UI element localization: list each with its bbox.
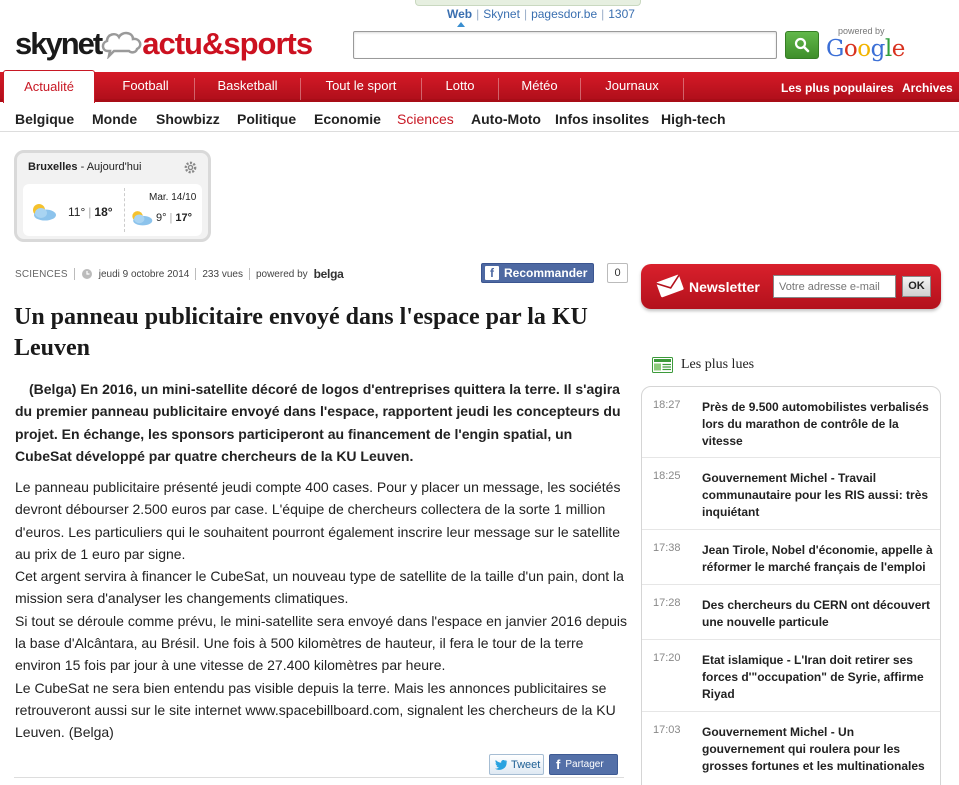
- subnav-monde[interactable]: Monde: [92, 111, 137, 127]
- powered-by-label: powered by: [838, 26, 885, 36]
- newsletter-label: Newsletter: [689, 279, 760, 295]
- newsletter-box: Newsletter OK: [641, 264, 941, 309]
- share-label: Partager: [565, 759, 604, 770]
- weather-divider: [124, 188, 125, 232]
- powered-by-text: powered by: [255, 268, 308, 280]
- speech-bubble-icon: [101, 31, 142, 59]
- article-title: Un panneau publicitaire envoyé dans l'es…: [14, 304, 588, 361]
- weather-widget: Bruxelles - Aujourd'hui 11° | 18° Mar. 14/…: [14, 150, 211, 242]
- article-lead: (Belga) En 2016, un mini-satellite décor…: [15, 381, 621, 464]
- article-views: 233 vues: [202, 268, 243, 280]
- subnav-auto-moto[interactable]: Auto-Moto: [471, 111, 541, 127]
- item-headline[interactable]: Gouvernement Michel - Travail communauta…: [702, 470, 934, 521]
- item-headline[interactable]: Près de 9.500 automobilistes verbalisés …: [702, 399, 934, 450]
- newspaper-icon: [652, 357, 673, 373]
- tweet-label: Tweet: [511, 758, 541, 771]
- article-body: Le panneau publicitaire présenté jeudi c…: [15, 476, 627, 744]
- search-source-links: Web | Skynet | pagesdor.be | 1307: [447, 7, 635, 21]
- most-read-list: 18:27 Près de 9.500 automobilistes verba…: [641, 386, 941, 785]
- item-time: 17:28: [653, 597, 681, 609]
- gear-icon[interactable]: [183, 160, 198, 175]
- site-logo[interactable]: skynet actu&sports: [15, 24, 313, 64]
- weather-city[interactable]: Bruxelles: [28, 161, 78, 173]
- nav-plus-populaires[interactable]: Les plus populaires: [781, 81, 894, 95]
- nav-item-tout-le-sport[interactable]: Tout le sport: [301, 72, 421, 99]
- nav-item-football[interactable]: Football: [97, 72, 194, 99]
- nav-item-basketball[interactable]: Basketball: [195, 72, 300, 99]
- search-icon: [794, 37, 810, 53]
- today-min-temp: 11°: [68, 205, 86, 219]
- recommend-label: Recommander: [504, 266, 588, 280]
- article-paragraph: Le CubeSat ne sera bien entendu pas visi…: [15, 679, 616, 741]
- weather-period: - Aujourd'hui: [77, 161, 142, 173]
- subnav-infos-insolites[interactable]: Infos insolites: [555, 111, 649, 127]
- weather-forecast-panel: 11° | 18° Mar. 14/10 9° | 17°: [23, 184, 202, 236]
- belga-logo: belga: [313, 267, 344, 281]
- article-category[interactable]: SCIENCES: [15, 269, 68, 280]
- item-time: 17:03: [653, 724, 681, 736]
- forecast-min-temp: 9°: [156, 212, 167, 224]
- facebook-share-button[interactable]: f Partager: [549, 754, 618, 775]
- subnav-high-tech[interactable]: High-tech: [661, 111, 726, 127]
- partly-cloudy-icon: [132, 211, 153, 226]
- facebook-icon: f: [556, 757, 561, 772]
- twitter-bird-icon: [495, 759, 508, 770]
- nav-item-journaux[interactable]: Journaux: [581, 72, 683, 99]
- active-source-caret-icon: [457, 22, 465, 27]
- article-paragraph: Cet argent servira à financer le CubeSat…: [15, 568, 624, 607]
- newsletter-ok-button[interactable]: OK: [902, 276, 931, 297]
- most-read-title: Les plus lues: [681, 357, 755, 372]
- nav-archives[interactable]: Archives: [902, 81, 953, 95]
- today-max-temp: 18°: [94, 205, 113, 219]
- nav-item-meteo[interactable]: Météo: [499, 72, 580, 99]
- main-nav: Football Basketball Tout le sport Lotto …: [0, 72, 959, 102]
- facebook-recommend-button[interactable]: f Recommander: [481, 263, 595, 283]
- item-headline[interactable]: Etat islamique - L'Iran doit retirer ses…: [702, 652, 934, 703]
- search-input[interactable]: [353, 31, 777, 59]
- logo-actu-sports-text: actu&sports: [142, 26, 313, 61]
- search-source-tab-bg: [415, 0, 641, 6]
- item-time: 17:20: [653, 652, 681, 664]
- logo-skynet-text: skynet: [15, 26, 103, 61]
- item-headline[interactable]: Jean Tirole, Nobel d'économie, appelle à…: [702, 542, 934, 576]
- partly-cloudy-icon: [33, 204, 56, 221]
- newsletter-envelope-icon: [656, 274, 684, 298]
- most-read-header: Les plus lues: [652, 357, 754, 373]
- sub-nav: Belgique Monde Showbizz Politique Econom…: [0, 105, 959, 132]
- forecast-temperatures: 9° | 17°: [156, 212, 193, 224]
- search-source-pagesdor[interactable]: pagesdor.be: [531, 7, 597, 21]
- clock-icon: [81, 269, 92, 279]
- facebook-icon: f: [485, 266, 499, 280]
- item-time: 18:27: [653, 399, 681, 411]
- subnav-sciences[interactable]: Sciences: [397, 111, 454, 127]
- item-time: 18:25: [653, 470, 681, 482]
- article-paragraph: Le panneau publicitaire présenté jeudi c…: [15, 479, 621, 562]
- article-date: jeudi 9 octobre 2014: [98, 268, 190, 280]
- search-source-1307[interactable]: 1307: [608, 7, 635, 21]
- search-source-skynet[interactable]: Skynet: [483, 7, 520, 21]
- item-time: 17:38: [653, 542, 681, 554]
- forecast-max-temp: 17°: [175, 212, 193, 224]
- today-temperatures: 11° | 18°: [68, 205, 113, 219]
- article-divider: [14, 777, 624, 778]
- item-headline[interactable]: Gouvernement Michel - Un gouvernement qu…: [702, 724, 934, 775]
- recommend-count: 0: [607, 263, 628, 283]
- newsletter-email-input[interactable]: [773, 275, 896, 298]
- search-source-web[interactable]: Web: [447, 7, 472, 21]
- item-headline[interactable]: Des chercheurs du CERN ont découvert une…: [702, 597, 934, 631]
- subnav-belgique[interactable]: Belgique: [15, 111, 74, 127]
- search-button[interactable]: [785, 31, 819, 59]
- tweet-button[interactable]: Tweet: [489, 754, 544, 775]
- subnav-showbizz[interactable]: Showbizz: [156, 111, 220, 127]
- article-paragraph: Si tout se déroule comme prévu, le mini-…: [15, 612, 628, 674]
- weather-location: Bruxelles - Aujourd'hui: [28, 161, 141, 173]
- nav-item-actualite[interactable]: Actualité: [3, 70, 95, 103]
- subnav-economie[interactable]: Economie: [314, 111, 381, 127]
- forecast-date: Mar. 14/10: [149, 192, 197, 203]
- nav-item-lotto[interactable]: Lotto: [422, 72, 498, 99]
- article-meta: SCIENCES jeudi 9 octobre 2014 233 vues p…: [15, 267, 344, 281]
- google-logo: Google: [826, 36, 905, 62]
- subnav-politique[interactable]: Politique: [237, 111, 296, 127]
